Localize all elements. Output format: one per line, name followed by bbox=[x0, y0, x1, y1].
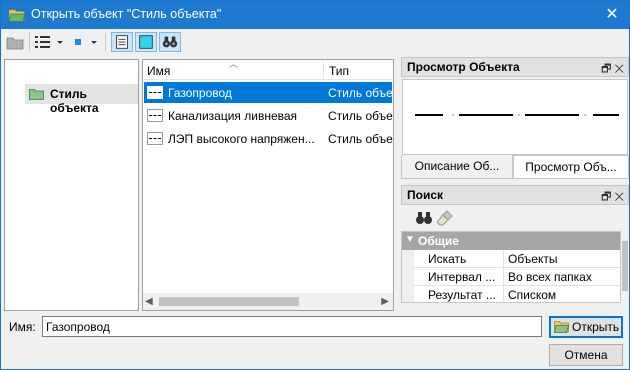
row-name: Канализация ливневая bbox=[168, 109, 298, 123]
property-row[interactable]: Искать Объекты bbox=[402, 250, 620, 268]
row-type: Стиль объекта bbox=[328, 109, 393, 123]
scrollbar-thumb[interactable] bbox=[159, 297, 299, 306]
eraser-icon[interactable] bbox=[437, 209, 455, 227]
close-icon[interactable]: ✕ bbox=[601, 4, 623, 26]
preview-view-icon[interactable] bbox=[135, 32, 157, 52]
tab-preview[interactable]: Просмотр Объ... bbox=[513, 155, 629, 179]
row-name: ЛЭП высокого напряжен... bbox=[168, 132, 315, 146]
close-icon[interactable]: ✕ bbox=[614, 191, 624, 203]
window-title: Открыть объект "Стиль объекта" bbox=[31, 7, 222, 21]
column-header-type[interactable]: Тип bbox=[329, 64, 349, 78]
property-key: Результат ... bbox=[428, 288, 496, 302]
collapse-icon[interactable]: ▼ bbox=[405, 234, 415, 245]
list-row[interactable]: ЛЭП высокого напряжен... Стиль объекта bbox=[144, 128, 393, 149]
title-bar: Открыть объект "Стиль объекта" ✕ bbox=[1, 1, 629, 29]
line-style-icon bbox=[147, 132, 163, 145]
cancel-button[interactable]: Отмена bbox=[549, 344, 623, 366]
scroll-left-icon[interactable]: ◀ bbox=[145, 296, 153, 307]
scroll-right-icon[interactable]: ▶ bbox=[381, 296, 389, 307]
folder-open-icon bbox=[554, 321, 569, 333]
search-toolbar bbox=[401, 205, 629, 231]
property-value[interactable]: Объекты bbox=[508, 252, 558, 266]
folder-tree: Стиль объекта bbox=[4, 59, 139, 311]
tab-description[interactable]: Описание Об... bbox=[401, 155, 513, 179]
open-button[interactable]: Открыть bbox=[549, 316, 623, 338]
description-view-icon[interactable] bbox=[111, 32, 133, 52]
open-object-dialog: Открыть объект "Стиль объекта" ✕ Стиль о… bbox=[0, 0, 630, 370]
row-type: Стиль объекта bbox=[328, 132, 393, 146]
name-label: Имя: bbox=[9, 320, 36, 334]
row-name: Газопровод bbox=[168, 86, 232, 100]
name-input[interactable] bbox=[42, 316, 542, 337]
search-properties-grid: ▼ Общие Искать Объекты Интервал ... Во в… bbox=[401, 231, 621, 303]
object-list: ︿ Имя Тип Газопровод Стиль объекта Канал… bbox=[142, 59, 394, 311]
list-row[interactable]: Канализация ливневая Стиль объекта bbox=[144, 105, 393, 126]
sort-up-icon: ︿ bbox=[229, 59, 239, 69]
open-button-label: Открыть bbox=[572, 320, 620, 334]
line-style-icon bbox=[147, 86, 163, 99]
toolbar bbox=[1, 29, 629, 55]
small-square-icon[interactable] bbox=[71, 32, 87, 52]
list-header: ︿ Имя Тип bbox=[143, 60, 393, 80]
horizontal-scrollbar[interactable]: ◀ ▶ bbox=[143, 293, 393, 310]
folder-up-icon[interactable] bbox=[5, 32, 25, 52]
list-row[interactable]: Газопровод Стиль объекта bbox=[144, 82, 393, 103]
close-icon[interactable]: ✕ bbox=[614, 63, 624, 75]
property-row[interactable]: Результат ... Списком bbox=[402, 286, 620, 302]
preview-panel-header: Просмотр Объекта 🗗 ✕ bbox=[401, 57, 629, 77]
scrollbar-thumb[interactable] bbox=[622, 241, 628, 291]
property-value[interactable]: Списком bbox=[508, 288, 556, 302]
preview-panel-title: Просмотр Объекта bbox=[407, 60, 520, 74]
vertical-scrollbar[interactable] bbox=[621, 231, 629, 303]
restore-icon[interactable]: 🗗 bbox=[601, 191, 611, 203]
property-key: Интервал ... bbox=[428, 270, 496, 284]
line-style-preview bbox=[415, 114, 619, 116]
row-type: Стиль объекта bbox=[328, 86, 393, 100]
list-view-icon[interactable] bbox=[33, 32, 53, 52]
property-row[interactable]: Интервал ... Во всех папках bbox=[402, 268, 620, 286]
group-general[interactable]: ▼ Общие bbox=[402, 232, 620, 250]
dropdown-arrow-icon[interactable] bbox=[55, 32, 65, 52]
property-value[interactable]: Во всех папках bbox=[508, 270, 592, 284]
object-preview bbox=[402, 79, 628, 155]
column-header-name[interactable]: Имя bbox=[147, 64, 170, 78]
dropdown-arrow-icon[interactable] bbox=[89, 32, 99, 52]
folder-open-icon bbox=[9, 9, 25, 22]
tree-item-label: Стиль объекта bbox=[50, 87, 99, 115]
restore-icon[interactable]: 🗗 bbox=[601, 63, 611, 75]
property-key: Искать bbox=[428, 252, 467, 266]
group-label: Общие bbox=[418, 234, 459, 248]
search-panel-header: Поиск 🗗 ✕ bbox=[401, 185, 629, 205]
folder-icon bbox=[29, 89, 44, 100]
tree-item-object-style[interactable]: Стиль объекта bbox=[25, 84, 138, 115]
line-style-icon bbox=[147, 109, 163, 122]
search-panel-title: Поиск bbox=[407, 188, 444, 202]
binoculars-icon[interactable] bbox=[415, 209, 433, 227]
search-binoculars-icon[interactable] bbox=[159, 32, 181, 52]
